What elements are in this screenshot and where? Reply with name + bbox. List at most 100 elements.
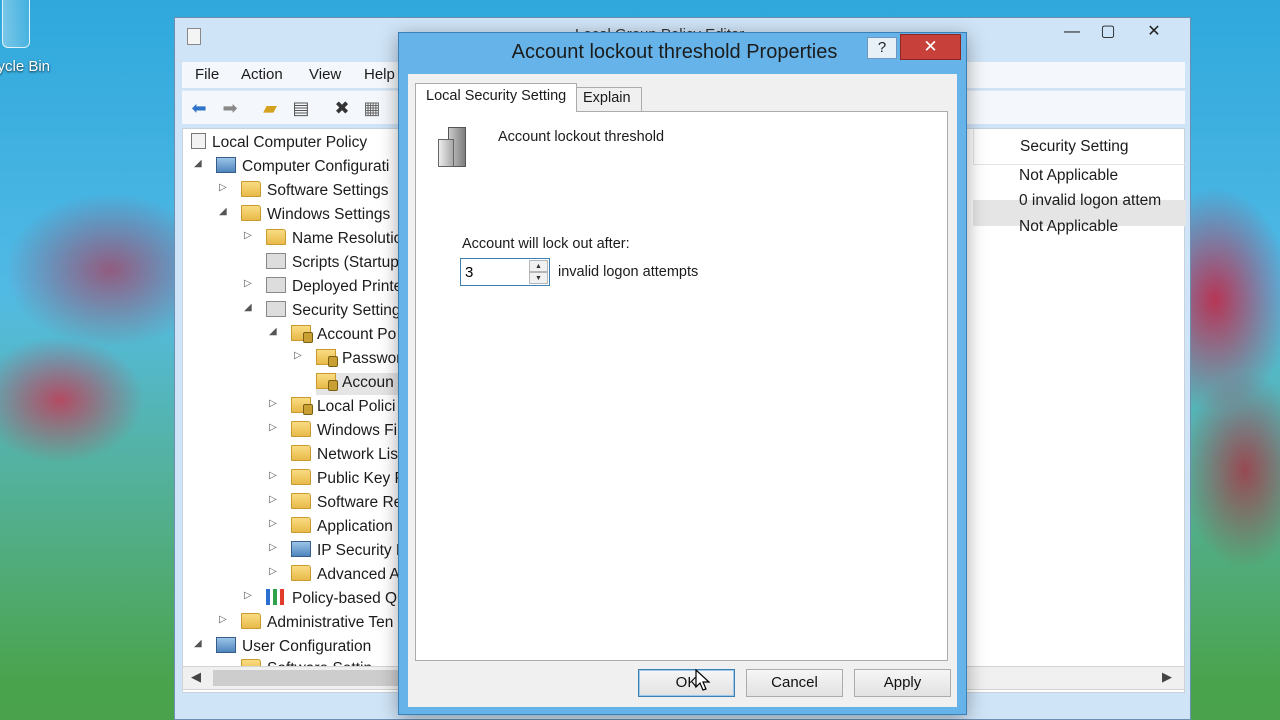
collapsed-arrow-icon[interactable]: ▷ xyxy=(269,542,277,553)
folder-icon xyxy=(241,613,261,629)
menu-view[interactable]: View xyxy=(309,66,341,83)
expanded-arrow-icon[interactable]: ◢ xyxy=(219,206,227,217)
collapsed-arrow-icon[interactable]: ▷ xyxy=(269,470,277,481)
scripts-icon xyxy=(266,253,286,269)
ok-button[interactable]: OK xyxy=(638,669,735,697)
setting-value[interactable]: Not Applicable xyxy=(1019,218,1118,236)
collapsed-arrow-icon[interactable]: ▷ xyxy=(294,350,302,361)
threshold-input[interactable] xyxy=(461,259,527,285)
scroll-left-icon[interactable]: ◀ xyxy=(191,669,201,685)
folder-icon xyxy=(291,445,311,461)
policy-doc-icon xyxy=(191,133,206,149)
tree-item-deployed-printers[interactable]: ▷ Deployed Printe xyxy=(244,277,402,299)
tab-explain[interactable]: Explain xyxy=(572,87,642,111)
collapsed-arrow-icon[interactable]: ▷ xyxy=(269,566,277,577)
bar-chart-icon xyxy=(266,589,286,605)
tab-local-security-setting[interactable]: Local Security Setting xyxy=(415,83,578,112)
expanded-arrow-icon[interactable]: ◢ xyxy=(269,326,277,337)
tree-item-security-settings[interactable]: ◢ Security Setting xyxy=(244,301,401,323)
tab-panel: Account lockout threshold Account will l… xyxy=(415,111,948,661)
tree-item-name-resolution[interactable]: ▷ Name Resolutio xyxy=(244,229,402,251)
tree-item-application-control[interactable]: ▷ Application xyxy=(269,517,393,539)
secure-folder-icon xyxy=(316,373,338,391)
attempts-label: invalid logon attempts xyxy=(558,264,699,280)
user-icon xyxy=(216,637,236,653)
tree-item-user-configuration[interactable]: ◢ User Configuration xyxy=(194,637,371,659)
mouse-cursor-icon xyxy=(695,669,711,691)
show-hide-tree-icon[interactable]: ▤ xyxy=(290,98,312,120)
tree-item-windows-firewall[interactable]: ▷ Windows Fi xyxy=(269,421,397,443)
properties-dialog: Account lockout threshold Properties ? ✕… xyxy=(398,32,967,715)
collapsed-arrow-icon[interactable]: ▷ xyxy=(244,278,252,289)
maximize-icon[interactable]: ▢ xyxy=(1091,22,1125,44)
apply-button[interactable]: Apply xyxy=(854,669,951,697)
spin-down-icon[interactable]: ▼ xyxy=(529,272,548,284)
collapsed-arrow-icon[interactable]: ▷ xyxy=(269,518,277,529)
collapsed-arrow-icon[interactable]: ▷ xyxy=(269,494,277,505)
scroll-thumb[interactable] xyxy=(213,670,423,686)
forward-arrow-icon[interactable]: ➡ xyxy=(219,98,241,120)
folder-icon xyxy=(241,205,261,221)
dialog-body: Local Security Setting Explain Account l… xyxy=(408,74,957,707)
tree-item-local-policies[interactable]: ▷ Local Polici xyxy=(269,397,395,419)
server-icon xyxy=(438,127,470,169)
folder-icon xyxy=(266,229,286,245)
tree-item-password-policy[interactable]: ▷ Passwor xyxy=(294,349,401,371)
menu-action[interactable]: Action xyxy=(241,66,283,83)
folder-icon xyxy=(241,181,261,197)
recycle-bin[interactable]: cycle Bin xyxy=(0,0,70,90)
collapsed-arrow-icon[interactable]: ▷ xyxy=(219,182,227,193)
expanded-arrow-icon[interactable]: ◢ xyxy=(194,158,202,169)
collapsed-arrow-icon[interactable]: ▷ xyxy=(269,398,277,409)
recycle-bin-icon xyxy=(2,0,30,48)
tree-item-account-lockout-policy[interactable]: Accoun xyxy=(316,373,400,395)
menu-help[interactable]: Help xyxy=(364,66,395,83)
properties-icon[interactable]: ▦ xyxy=(361,98,383,120)
setting-value[interactable]: 0 invalid logon attem xyxy=(1019,192,1161,210)
cancel-button[interactable]: Cancel xyxy=(746,669,843,697)
threshold-stepper[interactable]: ▲ ▼ xyxy=(460,258,550,286)
collapsed-arrow-icon[interactable]: ▷ xyxy=(244,590,252,601)
tree-item-administrative-templates[interactable]: ▷ Administrative Ten xyxy=(219,613,393,635)
delete-icon[interactable]: ✖ xyxy=(331,98,353,120)
dialog-close-button[interactable]: ✕ xyxy=(900,34,961,60)
tree-item-scripts[interactable]: Scripts (Startup xyxy=(266,253,399,275)
folder-icon xyxy=(291,565,311,581)
tree-item-windows-settings[interactable]: ◢ Windows Settings xyxy=(219,205,390,227)
tree-item-ip-security[interactable]: ▷ IP Security P xyxy=(269,541,406,563)
computer-icon xyxy=(216,157,236,173)
tree-item-network-list[interactable]: Network Lis xyxy=(291,445,398,467)
tree-item-account-policies[interactable]: ◢ Account Po xyxy=(269,325,396,347)
spin-up-icon[interactable]: ▲ xyxy=(529,260,548,272)
collapsed-arrow-icon[interactable]: ▷ xyxy=(269,422,277,433)
secure-folder-icon xyxy=(316,349,338,367)
tree-item-advanced-audit[interactable]: ▷ Advanced A xyxy=(269,565,400,587)
menu-file[interactable]: File xyxy=(195,66,219,83)
expanded-arrow-icon[interactable]: ◢ xyxy=(244,302,252,313)
scroll-right-icon[interactable]: ▶ xyxy=(1162,669,1172,685)
collapsed-arrow-icon[interactable]: ▷ xyxy=(244,230,252,241)
folder-icon xyxy=(291,493,311,509)
close-icon[interactable]: ✕ xyxy=(1137,22,1171,44)
tree-item-computer-configuration[interactable]: ◢ Computer Configurati xyxy=(194,157,389,179)
collapsed-arrow-icon[interactable]: ▷ xyxy=(219,614,227,625)
minimize-icon[interactable]: — xyxy=(1055,22,1089,44)
folder-icon xyxy=(291,517,311,533)
expanded-arrow-icon[interactable]: ◢ xyxy=(194,638,202,649)
back-arrow-icon[interactable]: ⬅ xyxy=(188,98,210,120)
up-folder-icon[interactable]: ▰ xyxy=(259,98,281,120)
tree-item-software-settings[interactable]: ▷ Software Settings xyxy=(219,181,388,203)
tree-item-public-key[interactable]: ▷ Public Key P xyxy=(269,469,405,491)
policy-name: Account lockout threshold xyxy=(498,129,665,145)
help-button[interactable]: ? xyxy=(867,37,897,59)
tree-item-local-computer-policy[interactable]: Local Computer Policy xyxy=(191,133,367,155)
lockout-label: Account will lock out after: xyxy=(462,236,630,252)
recycle-bin-label: cycle Bin xyxy=(0,58,51,75)
setting-value[interactable]: Not Applicable xyxy=(1019,167,1118,185)
app-icon xyxy=(187,28,201,45)
tree-item-policy-based-qos[interactable]: ▷ Policy-based Q xyxy=(244,589,397,611)
tree-item-software-restriction[interactable]: ▷ Software Re xyxy=(269,493,402,515)
printer-icon xyxy=(266,277,286,293)
column-header[interactable]: Security Setting xyxy=(973,129,1186,165)
ip-security-icon xyxy=(291,541,311,557)
